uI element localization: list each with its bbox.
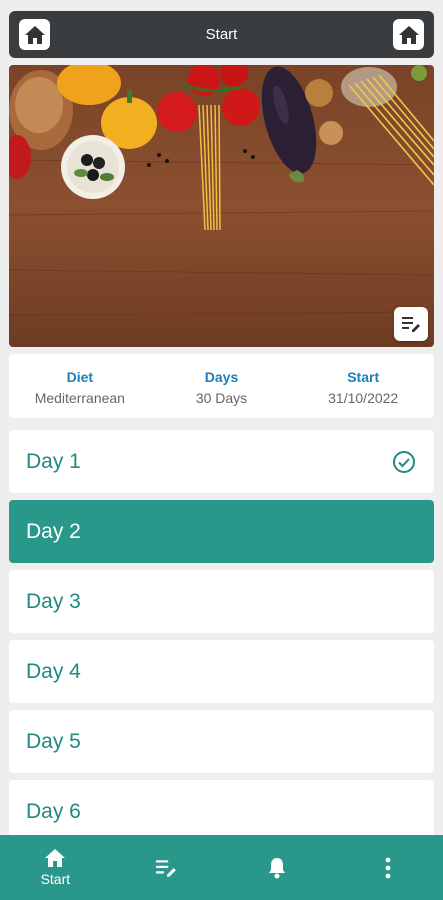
diet-label: Diet [66, 369, 94, 385]
day-label: Day 6 [26, 800, 81, 823]
edit-list-icon [156, 859, 177, 877]
plan-summary: Diet Mediterranean Days 30 Days Start 31… [9, 354, 434, 418]
day-label: Day 1 [26, 450, 81, 473]
nav-start-label: Start [40, 871, 71, 887]
days-label: Days [204, 369, 239, 385]
hero-image [9, 65, 434, 347]
more-vert-icon [385, 857, 391, 878]
days-info: Days 30 Days [151, 354, 293, 418]
nav-edit[interactable] [111, 835, 222, 900]
start-label: Start [347, 369, 380, 385]
day-label: Day 2 [26, 520, 81, 543]
bell-icon [268, 857, 285, 878]
diet-info: Diet Mediterranean [9, 354, 151, 418]
day-item-2[interactable]: Day 2 [9, 500, 434, 563]
page-title: Start [205, 26, 238, 43]
day-item-4[interactable]: Day 4 [9, 640, 434, 703]
day-label: Day 4 [26, 660, 81, 683]
nav-more[interactable] [332, 835, 443, 900]
home-button-right[interactable] [393, 19, 424, 50]
day-label: Day 3 [26, 590, 81, 613]
check-circle-icon [393, 451, 415, 473]
edit-list-icon [402, 317, 420, 332]
nav-notifications[interactable] [222, 835, 333, 900]
top-app-bar: Start [9, 11, 434, 58]
day-item-5[interactable]: Day 5 [9, 710, 434, 773]
day-item-3[interactable]: Day 3 [9, 570, 434, 633]
nav-start[interactable]: Start [0, 835, 111, 900]
day-item-1[interactable]: Day 1 [9, 430, 434, 493]
day-label: Day 5 [26, 730, 81, 753]
days-value: 30 Days [195, 390, 248, 406]
edit-plan-button[interactable] [394, 307, 428, 341]
start-info: Start 31/10/2022 [292, 354, 434, 418]
vegetables-illustration [9, 65, 434, 347]
home-icon [398, 25, 419, 44]
day-item-6[interactable]: Day 6 [9, 780, 434, 843]
diet-value: Mediterranean [34, 390, 125, 406]
day-list: Day 1 Day 2 Day 3 Day 4 Day 5 Day 6 [9, 430, 434, 850]
start-value: 31/10/2022 [328, 390, 399, 406]
bottom-navigation: Start [0, 835, 443, 900]
home-icon [45, 849, 66, 867]
